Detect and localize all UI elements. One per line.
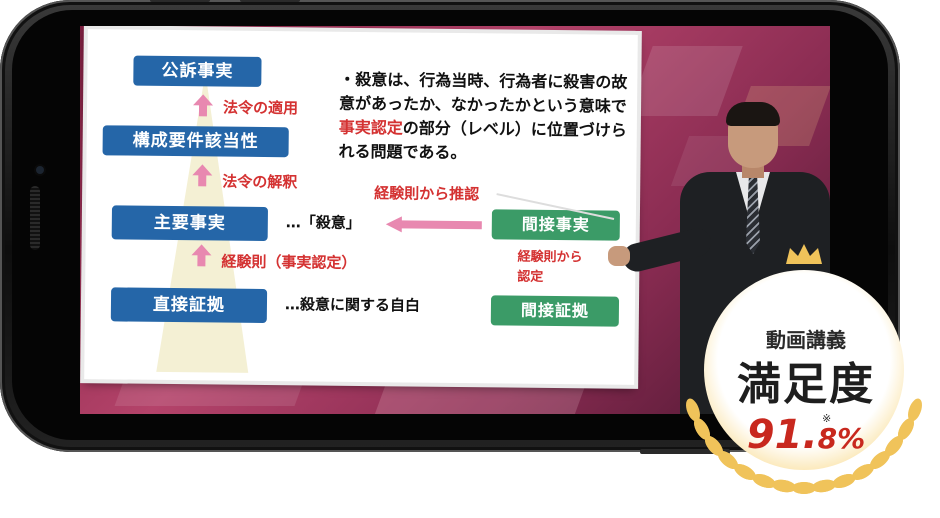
- label-keikensoku-suinin: 経験則から推認: [374, 184, 480, 204]
- satisfaction-badge: 動画講義 満足度 ※ 91.8%: [672, 240, 940, 518]
- label-satsui-quote: …「殺意」: [285, 213, 361, 232]
- arrow-up-icon: [195, 94, 211, 116]
- label-keikensoku-partial: 経験則から: [517, 249, 583, 266]
- laurel-leaf: [831, 471, 858, 491]
- phone-side-button: [240, 0, 300, 2]
- label-horei-kaishaku: 法令の解釈: [222, 172, 298, 192]
- crown-icon: [786, 244, 822, 264]
- badge-heading: 満足度: [737, 359, 875, 410]
- slide-bullet-text: ・殺意は、行為当時、行為者に殺害の故意があったか、なかったかという意味で事実認定…: [338, 68, 629, 167]
- bullet-highlight: 事実認定: [338, 117, 403, 138]
- speaker-grille: [30, 186, 40, 250]
- presenter-hair: [726, 102, 780, 126]
- phone-side-button: [150, 0, 210, 2]
- box-koso-jijitsu: 公訴事実: [133, 55, 262, 87]
- label-satsui-jihaku: …殺意に関する自白: [284, 295, 421, 315]
- label-nintei: 認定: [517, 269, 544, 285]
- badge-score-big: 91.: [746, 412, 818, 458]
- bullet-lead: ・殺意は、行為当時、行為者に殺害の故意があったか、なかったかという意味で: [338, 69, 628, 116]
- background-tile: [374, 386, 586, 414]
- presenter-hand: [608, 246, 630, 266]
- badge-score: 91.8%: [672, 412, 940, 458]
- camera-icon: [36, 166, 44, 174]
- box-chokusetsu-shoko: 直接証拠: [110, 287, 268, 324]
- arrow-up-icon: [193, 244, 209, 266]
- box-kosei-yoken: 構成要件該当性: [102, 125, 289, 158]
- arrow-up-icon: [194, 164, 210, 186]
- arrow-left-icon: [385, 216, 482, 233]
- box-kansetsu-shoko: 間接証拠: [490, 295, 620, 327]
- box-shuyo-jijitsu: 主要事実: [111, 205, 268, 242]
- label-keikensoku-nintei: 経験則（事実認定）: [221, 252, 357, 272]
- label-horei-tekiyo: 法令の適用: [222, 98, 299, 118]
- box-kansetsu-jijitsu: 間接事実: [491, 209, 620, 241]
- badge-score-small: 8%: [817, 422, 866, 455]
